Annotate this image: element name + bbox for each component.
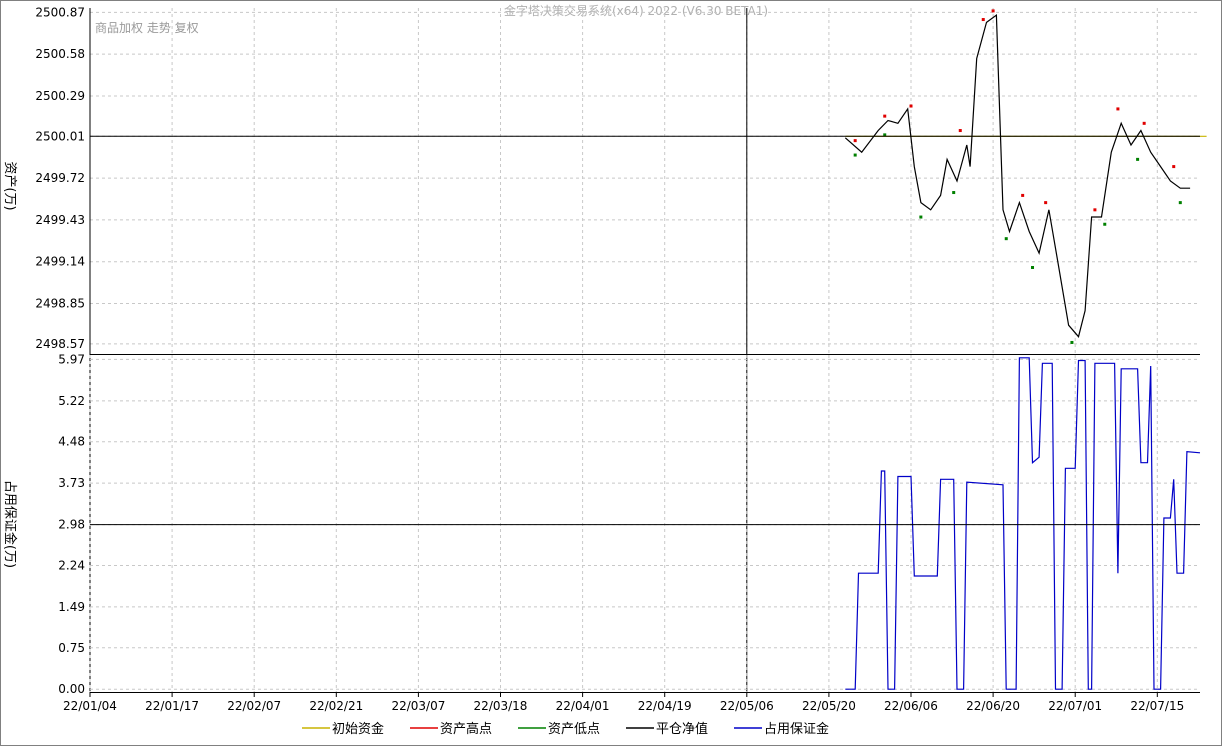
margin-panel-y-tick-label: 3.73 xyxy=(58,476,85,490)
asset-marker-point xyxy=(1021,193,1025,197)
asset-marker-point xyxy=(1070,340,1074,344)
x-tick-label: 22/07/01 xyxy=(1048,699,1102,713)
asset-panel-y-tick-label: 2500.29 xyxy=(35,89,85,103)
asset-marker-point xyxy=(1172,165,1176,169)
asset-marker-point xyxy=(991,9,995,13)
x-tick-label: 22/03/07 xyxy=(391,699,445,713)
margin-panel-y-tick-label: 5.22 xyxy=(58,394,85,408)
x-tick-label: 22/02/07 xyxy=(227,699,281,713)
legend-label: 平仓净值 xyxy=(656,721,708,737)
x-tick-label: 22/07/15 xyxy=(1130,699,1184,713)
asset-marker-point xyxy=(952,191,956,195)
asset-panel-y-tick-label: 2499.14 xyxy=(35,255,85,269)
asset-panel-y-tick-label: 2500.87 xyxy=(35,5,85,19)
asset-marker-point xyxy=(909,104,913,108)
legend-label: 资产高点 xyxy=(440,721,492,737)
asset-marker-point xyxy=(853,153,857,157)
margin-panel-y-tick-label: 5.97 xyxy=(58,352,85,366)
x-tick-label: 22/05/06 xyxy=(720,699,774,713)
x-tick-label: 22/05/20 xyxy=(802,699,856,713)
asset-marker-point xyxy=(1136,157,1140,161)
asset-marker-point xyxy=(883,114,887,118)
asset-marker-point xyxy=(853,139,857,143)
x-tick-label: 22/01/17 xyxy=(145,699,199,713)
margin-panel-y-tick-label: 0.75 xyxy=(58,641,85,655)
x-tick-label: 22/02/21 xyxy=(309,699,363,713)
margin-panel-y-tick-label: 1.49 xyxy=(58,600,85,614)
margin-panel-y-tick-label: 0.00 xyxy=(58,682,85,696)
x-tick-label: 22/06/06 xyxy=(884,699,938,713)
asset-marker-point xyxy=(1031,266,1035,269)
asset-panel-y-tick-label: 2498.85 xyxy=(35,297,85,311)
x-tick-label: 22/06/20 xyxy=(966,699,1020,713)
asset-marker-point xyxy=(1093,208,1097,212)
margin-panel-y-tick-label: 2.98 xyxy=(58,518,85,532)
toolbar-label[interactable]: 商品加权 走势 复权 xyxy=(95,20,199,35)
asset-panel-y-tick-label: 2498.57 xyxy=(35,337,85,351)
asset-marker-point xyxy=(1178,201,1182,205)
x-tick-label: 22/04/01 xyxy=(556,699,610,713)
x-tick-label: 22/03/18 xyxy=(474,699,528,713)
legend-label: 占用保证金 xyxy=(764,721,829,737)
asset-marker-point xyxy=(1116,107,1120,111)
asset-marker-point xyxy=(919,215,923,219)
asset-marker-point xyxy=(981,18,985,22)
margin-panel-y-tick-label: 2.24 xyxy=(58,558,85,572)
margin-panel-y-tick-label: 4.48 xyxy=(58,435,85,449)
asset-marker-point xyxy=(958,129,962,133)
chart-canvas: 金字塔决策交易系统(x64) 2022 (V6.30 BETA1) 商品加权 走… xyxy=(0,0,1222,746)
legend-label: 初始资金 xyxy=(332,721,384,737)
asset-marker-point xyxy=(1142,121,1146,125)
asset-y-axis-label: 资产(万) xyxy=(2,161,17,210)
x-tick-label: 22/04/19 xyxy=(638,699,692,713)
window-title: 金字塔决策交易系统(x64) 2022 (V6.30 BETA1) xyxy=(504,3,768,18)
asset-marker-point xyxy=(1044,201,1048,205)
asset-panel-y-tick-label: 2499.72 xyxy=(35,171,85,185)
asset-panel-y-tick-label: 2500.01 xyxy=(35,129,85,143)
asset-panel-y-tick-label: 2499.43 xyxy=(35,213,85,227)
asset-marker-point xyxy=(1004,237,1008,241)
asset-marker-point xyxy=(1103,222,1107,226)
x-tick-label: 22/01/04 xyxy=(63,699,117,713)
legend-label: 资产低点 xyxy=(548,722,600,737)
margin-y-axis-label: 占用保证金(万) xyxy=(2,480,18,568)
asset-panel-y-tick-label: 2500.58 xyxy=(35,47,85,61)
